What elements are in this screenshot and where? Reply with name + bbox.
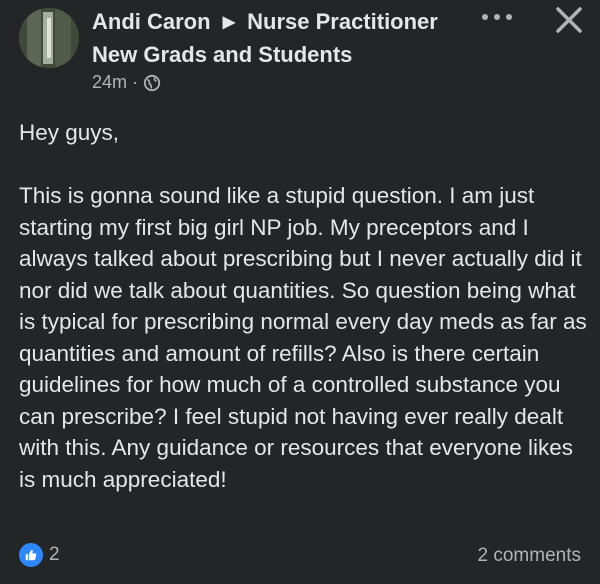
triangle-right-icon: ▶ [222,14,235,31]
post-meta: 24m · [92,72,161,93]
post-card: Andi Caron ▶ Nurse Practitioner New Grad… [0,0,600,584]
group-name[interactable]: Nurse Practitioner [247,9,438,34]
reactions-count: 2 [49,544,60,565]
post-header: Andi Caron ▶ Nurse Practitioner New Grad… [92,7,472,70]
group-name-continued[interactable]: New Grads and Students [92,42,352,67]
post-greeting: Hey guys, [19,120,120,145]
comments-count[interactable]: 2 comments [478,545,581,567]
reactions-summary[interactable]: 2 [19,543,60,567]
globe-icon [143,74,161,91]
post-body: Hey guys, This is gonna sound like a stu… [19,117,589,495]
timestamp[interactable]: 24m [92,72,127,93]
post-text: This is gonna sound like a stupid questi… [19,183,587,492]
author-name[interactable]: Andi Caron [92,9,211,34]
like-icon [19,543,43,567]
avatar[interactable] [19,8,79,68]
avatar-image [19,8,79,68]
meta-separator: · [132,72,139,92]
more-options-icon[interactable] [482,6,512,28]
close-icon[interactable] [553,4,585,36]
